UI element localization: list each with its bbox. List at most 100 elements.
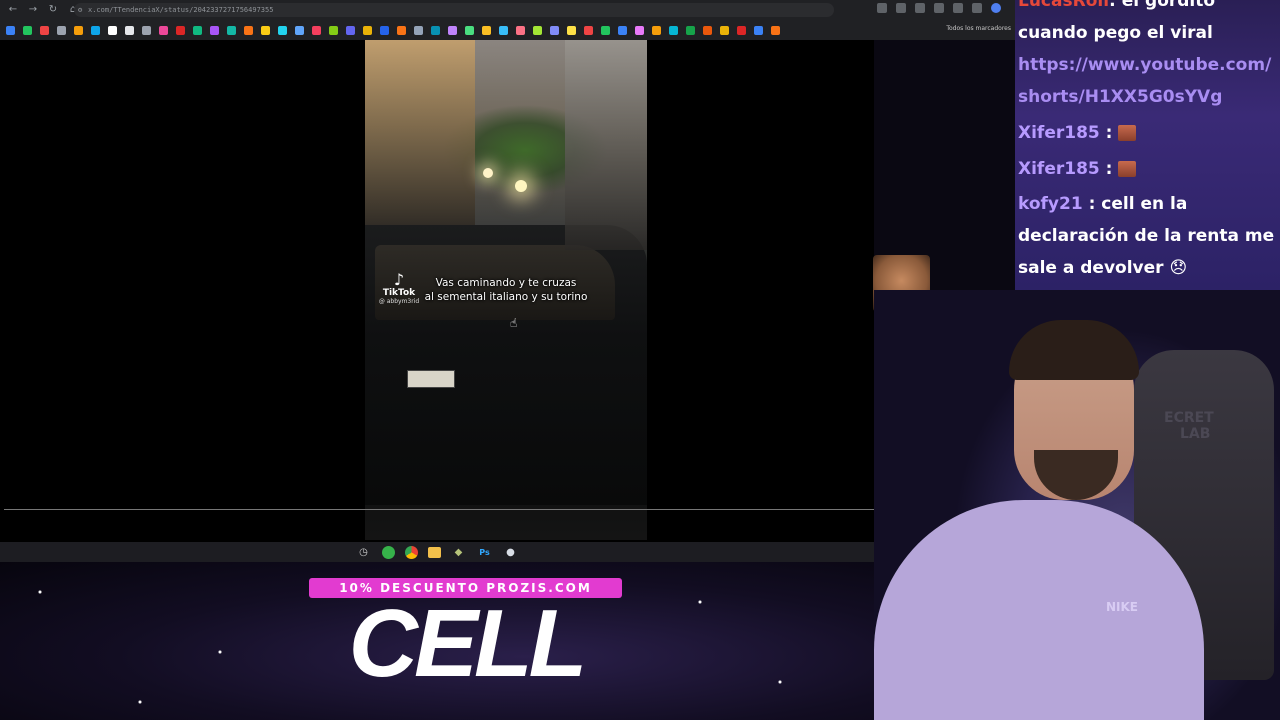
bookmark-favicon-icon[interactable] (737, 25, 746, 35)
chat-line: sale a devolver 😞 (1018, 252, 1278, 284)
chat-line: shorts/H1XX5G0sYVg (1018, 81, 1278, 113)
chat-panel: LucasRoll: el gordito cuando pego el vir… (1015, 0, 1280, 290)
steam-icon[interactable]: ● (503, 544, 519, 560)
streamer-name-logo: CELL (348, 590, 588, 697)
video-viewer: ♪ TikTok @ abbym3rid Vas caminando y te … (0, 40, 874, 542)
chair-logo: ECRET LAB (1164, 410, 1214, 442)
bookmark-favicon-icon[interactable] (142, 25, 151, 35)
hand-cursor-icon: ☝ (510, 316, 518, 330)
zoom-icon[interactable] (877, 3, 887, 13)
bookmark-favicon-icon[interactable] (261, 25, 270, 35)
street-light (483, 168, 493, 178)
chat-text: declaración de la renta me (1018, 226, 1275, 246)
chat-username: Xifer185 (1018, 123, 1100, 143)
bookmark-favicon-icon[interactable] (414, 25, 423, 35)
bookmark-favicon-icon[interactable] (227, 25, 236, 35)
chat-line: Xifer185 : (1018, 153, 1278, 185)
bookmark-favicon-icon[interactable] (397, 25, 406, 35)
chat-username: Xifer185 (1018, 159, 1100, 179)
bookmark-favicon-icon[interactable] (652, 25, 661, 35)
chat-username: kofy21 (1018, 194, 1083, 214)
bookmark-favicon-icon[interactable] (6, 25, 15, 35)
site-info-icon[interactable]: ⚙ (78, 3, 82, 17)
xbox-icon[interactable] (381, 545, 395, 559)
chat-link[interactable]: shorts/H1XX5G0sYVg (1018, 87, 1222, 107)
extension-icon[interactable] (934, 3, 944, 13)
chat-username: LucasRoll (1018, 0, 1110, 11)
address-row: ← → ↻ ⌂ ⚙ x.com/TTendenciaX/status/20423… (0, 0, 1015, 20)
chat-text: cuando pego el viral (1018, 23, 1213, 43)
photoshop-icon[interactable]: Ps (477, 544, 493, 560)
bookmark-favicon-icon[interactable] (23, 25, 32, 35)
clock-icon[interactable]: ◷ (356, 544, 372, 560)
bookmark-favicon-icon[interactable] (703, 25, 712, 35)
back-icon[interactable]: ← (6, 3, 20, 17)
bookmark-favicon-icon[interactable] (108, 25, 117, 35)
chair-logo-line-2: LAB (1180, 426, 1211, 442)
chrome-icon[interactable] (404, 545, 418, 559)
bookmark-favicon-icon[interactable] (329, 25, 338, 35)
chat-link[interactable]: https://www.youtube.com/ (1018, 55, 1271, 75)
bookmark-favicon-icon[interactable] (244, 25, 253, 35)
bookmark-favicon-icon[interactable] (159, 25, 168, 35)
app-icon[interactable]: ◆ (451, 544, 467, 560)
bookmark-favicon-icon[interactable] (91, 25, 100, 35)
reload-icon[interactable]: ↻ (46, 3, 60, 17)
url-text: x.com/TTendenciaX/status/204233727175649… (88, 6, 274, 14)
star-icon[interactable] (915, 3, 925, 13)
install-icon[interactable] (896, 3, 906, 13)
bookmark-favicon-icon[interactable] (346, 25, 355, 35)
folder-icon[interactable] (427, 546, 441, 558)
bookmark-favicon-icon[interactable] (448, 25, 457, 35)
bookmark-favicon-icon[interactable] (125, 25, 134, 35)
bookmark-favicon-icon[interactable] (499, 25, 508, 35)
bookmark-favicon-icon[interactable] (465, 25, 474, 35)
video-player[interactable]: ♪ TikTok @ abbym3rid Vas caminando y te … (365, 40, 647, 540)
chat-line: Xifer185 : (1018, 117, 1278, 149)
bookmark-favicon-icon[interactable] (210, 25, 219, 35)
chat-text: sale a devolver 😞 (1018, 258, 1188, 278)
profile-icon[interactable] (991, 3, 1001, 13)
taskbar: ◷ ◆ Ps ● (0, 542, 874, 562)
bookmark-favicon-icon[interactable] (516, 25, 525, 35)
bookmark-favicon-icon[interactable] (74, 25, 83, 35)
bookmark-favicon-icon[interactable] (669, 25, 678, 35)
address-bar[interactable]: ⚙ x.com/TTendenciaX/status/2042337271756… (74, 3, 834, 17)
bookmark-favicon-icon[interactable] (686, 25, 695, 35)
bookmark-favicon-icon[interactable] (193, 25, 202, 35)
chair-logo-line-1: ECRET (1164, 410, 1214, 426)
bookmark-favicon-icon[interactable] (40, 25, 49, 35)
bookmark-favicon-icon[interactable] (312, 25, 321, 35)
bookmark-favicon-icon[interactable] (754, 25, 763, 35)
bookmark-favicon-icon[interactable] (720, 25, 729, 35)
bookmark-favicon-icon[interactable] (482, 25, 491, 35)
bookmark-favicon-icon[interactable] (618, 25, 627, 35)
all-bookmarks-button[interactable]: Todos los marcadores (946, 25, 1011, 32)
bookmark-favicon-icon[interactable] (584, 25, 593, 35)
chat-text: : cell en la (1082, 194, 1188, 214)
bookmark-favicon-icon[interactable] (295, 25, 304, 35)
extensions-puzzle-icon[interactable] (953, 3, 963, 13)
forward-icon[interactable]: → (26, 3, 40, 17)
menu-icon[interactable] (972, 3, 982, 13)
browser-chrome: ← → ↻ ⌂ ⚙ x.com/TTendenciaX/status/20423… (0, 0, 1015, 40)
bookmark-favicon-icon[interactable] (57, 25, 66, 35)
chat-text: : el gordito (1109, 0, 1216, 11)
bookmark-favicon-icon[interactable] (533, 25, 542, 35)
caption-line-2: al semental italiano y su torino (424, 291, 588, 303)
emote-icon (1118, 125, 1137, 141)
bookmark-favicon-icon[interactable] (380, 25, 389, 35)
bookmark-favicon-icon[interactable] (550, 25, 559, 35)
chat-line: declaración de la renta me (1018, 220, 1278, 252)
bookmark-favicon-icon[interactable] (567, 25, 576, 35)
bookmark-favicon-icon[interactable] (363, 25, 372, 35)
caption-line-1: Vas caminando y te cruzas (435, 277, 577, 289)
bookmark-favicon-icon[interactable] (601, 25, 610, 35)
bookmark-favicon-icon[interactable] (635, 25, 644, 35)
bookmark-favicon-icon[interactable] (278, 25, 287, 35)
bookmark-favicon-icon[interactable] (771, 25, 780, 35)
bookmark-favicon-icon[interactable] (431, 25, 440, 35)
video-progress-bar[interactable] (4, 509, 874, 510)
bookmark-favicon-icon[interactable] (176, 25, 185, 35)
chat-line: kofy21 : cell en la (1018, 188, 1278, 220)
